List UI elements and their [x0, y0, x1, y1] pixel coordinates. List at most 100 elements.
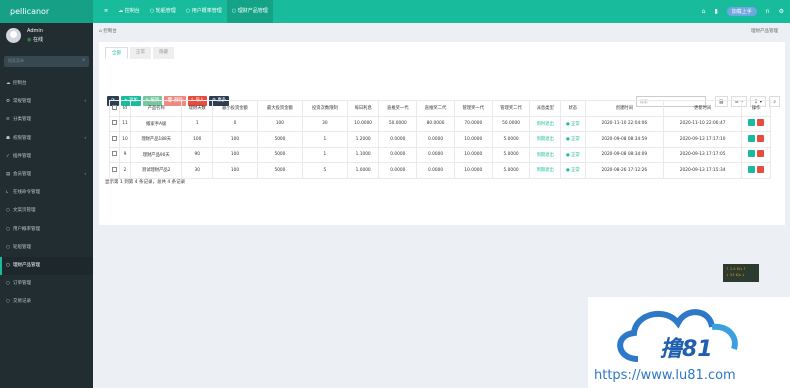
table-cell: 100: [256, 115, 303, 132]
dashboard-icon: ☁: [6, 81, 11, 86]
sidebar-item-members[interactable]: ▤ 会员管理 ‹: [0, 166, 93, 184]
tab-user-probability[interactable]: ○ 用户概率管理: [181, 0, 227, 23]
sidebar-item-online-command[interactable]: ւ 在线命令管理: [0, 184, 93, 202]
checkbox-icon[interactable]: [112, 135, 118, 141]
status-badge: ● 正常: [559, 131, 586, 148]
circle-icon: ○: [6, 281, 10, 287]
sidebar-item-label: 订单管理: [13, 281, 31, 287]
table-cell: 70.0000: [453, 115, 493, 132]
tab-dashboard[interactable]: ☁ 控制台: [113, 0, 145, 23]
column-header: 管理奖二代: [491, 100, 531, 117]
edit-icon[interactable]: [748, 150, 756, 158]
table-row[interactable]: 10 理财产品188天 100 100 5000 1 1.2000 0.0000 0.0000 1…: [108, 131, 771, 148]
app-logo[interactable]: pellicanor: [0, 0, 93, 23]
search-icon[interactable]: ⌕: [82, 57, 85, 63]
payout-type-label: 到期退出: [536, 152, 554, 158]
table-row[interactable]: 2 测试理财产品2 30 100 5000 5 1.0000 0.0000 0.0000 10.0…: [108, 162, 771, 179]
checkbox-icon[interactable]: [112, 151, 118, 157]
checkbox-icon[interactable]: [112, 166, 118, 172]
sidebar-item-plugins[interactable]: ✓ 插件管理: [0, 148, 93, 166]
table-row[interactable]: 9 理财产品90天 90 100 5000 1 1.1000 0.0000 0.0000 10.0…: [108, 146, 771, 163]
edit-icon[interactable]: [748, 165, 756, 173]
table-cell: 搬家手A级: [129, 115, 183, 132]
tab-normal[interactable]: 正常: [130, 47, 151, 59]
table-row[interactable]: 11 搬家手A级 1 0 100 30 10.0000 50.0000 80.0000 70.00…: [108, 115, 771, 132]
sidebar-item-transactions[interactable]: ○ 交易记录: [0, 293, 93, 311]
row-checkbox[interactable]: [108, 162, 121, 179]
table-cell: 100: [211, 146, 258, 163]
table-cell: 50.0000: [378, 115, 418, 132]
row-checkbox[interactable]: [108, 115, 121, 132]
sidebar-item-orders[interactable]: ○ 订单管理: [0, 275, 93, 293]
watermark-url[interactable]: https://www.lu81.com: [594, 368, 736, 383]
delete-icon[interactable]: [757, 165, 765, 173]
status-text: 正常: [571, 168, 580, 174]
sidebar-item-label: 交易记录: [13, 299, 31, 305]
delete-icon[interactable]: [757, 134, 765, 142]
user-name: Admin: [27, 28, 43, 34]
checkbox-icon[interactable]: [112, 120, 118, 126]
payout-type-cell: 到时退出: [529, 115, 561, 132]
pagination-info: 显示第 1 到第 4 条记录，总共 4 条记录: [105, 180, 186, 185]
table-cell: 5.0000: [491, 131, 531, 148]
sidebar-item-permissions[interactable]: ☗ 权限管理 ‹: [0, 130, 93, 148]
home-icon: ⌂: [99, 29, 102, 34]
status-badge: ● 正常: [559, 146, 586, 163]
select-all-checkbox[interactable]: [108, 100, 121, 117]
status-badge: ● 正常: [559, 162, 586, 179]
sidebar: Admin ● 在线 搜索菜单 ⌕ ☁ 控制台 ⚙ 常规管理 ‹ ≡ 分类管理 ☗ 权限管…: [0, 23, 93, 388]
sidebar-item-category[interactable]: ≡ 分类管理: [0, 111, 93, 129]
sidebar-item-label: 插件管理: [13, 153, 31, 159]
sidebar-item-ship[interactable]: ○ 轮船管理: [0, 239, 93, 257]
sidebar-search-input[interactable]: 搜索菜单 ⌕: [4, 56, 89, 67]
payout-type-label: 到期退出: [536, 137, 554, 143]
payout-type-cell: 到期退出: [529, 162, 561, 179]
delete-icon[interactable]: [757, 119, 765, 127]
sidebar-item-dashboard[interactable]: ☁ 控制台: [0, 75, 93, 93]
delete-icon[interactable]: [757, 150, 765, 158]
circle-icon: ○: [6, 244, 10, 250]
payout-type-cell: 到期退出: [529, 146, 561, 163]
edit-icon[interactable]: [748, 119, 756, 127]
row-actions: [741, 115, 771, 132]
sidebar-item-finance-products[interactable]: ○ 理财产品管理: [0, 256, 93, 276]
sidebar-item-label: 在线命令管理: [13, 190, 40, 196]
table-cell: 9: [119, 146, 131, 163]
sidebar-item-label: 分类管理: [13, 117, 31, 123]
table-cell: 1.2000: [346, 131, 380, 148]
sidebar-toggle-button[interactable]: ≡: [99, 0, 113, 23]
column-header: 最小投资金额: [211, 100, 258, 117]
tab-hidden[interactable]: 隐藏: [153, 47, 174, 59]
table-cell: 10.0000: [453, 162, 493, 179]
sidebar-item-general[interactable]: ⚙ 常规管理 ‹: [0, 93, 93, 111]
tab-all[interactable]: 全部: [105, 47, 128, 59]
cloud-button[interactable]: 加载上手: [726, 7, 757, 16]
tab-ship-management[interactable]: ○ 轮船管理: [145, 0, 181, 23]
top-extra-text[interactable]: n: [766, 8, 770, 15]
table-cell: 5.0000: [491, 146, 531, 163]
table-cell: 30: [181, 162, 213, 179]
sidebar-item-user-probability[interactable]: ○ 用户概率管理: [0, 221, 93, 239]
group-icon: ☗: [6, 135, 11, 141]
chevron-left-icon: ‹: [84, 171, 86, 177]
row-actions: [741, 162, 771, 179]
row-checkbox[interactable]: [108, 146, 121, 163]
sidebar-item-label: 文案页管理: [13, 208, 36, 214]
edit-icon[interactable]: [748, 134, 756, 142]
tab-finance-products[interactable]: ○ 理财产品管理: [226, 0, 273, 23]
settings-icon[interactable]: ⚙: [779, 8, 784, 15]
column-header: 直推奖一代: [378, 100, 418, 117]
payout-type-cell: 到期退出: [529, 131, 561, 148]
rocket-icon: ✓: [6, 153, 10, 159]
document-icon[interactable]: ▮: [714, 8, 717, 15]
circle-icon: ○: [6, 226, 10, 232]
checkbox-icon[interactable]: [112, 104, 118, 110]
column-header: 产品名称: [129, 100, 183, 117]
breadcrumb-item[interactable]: 控制台: [103, 29, 117, 34]
row-checkbox[interactable]: [108, 131, 121, 148]
table-cell: 2: [119, 162, 131, 179]
sidebar-item-article[interactable]: ○ 文案页管理: [0, 202, 93, 220]
table-cell: 2020-11-10 22:04:06: [584, 115, 664, 132]
watermark-logo-text: 撸81: [660, 337, 713, 362]
home-icon[interactable]: ⌂: [702, 8, 706, 15]
